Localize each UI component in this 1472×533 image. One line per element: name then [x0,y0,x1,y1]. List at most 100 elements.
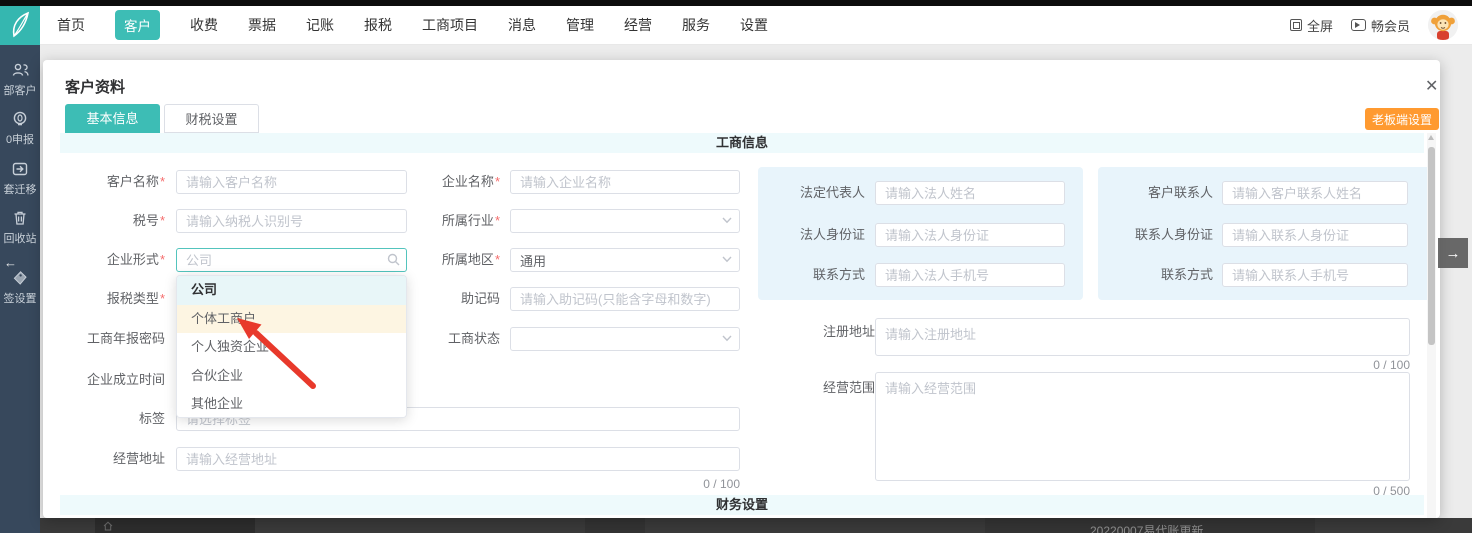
nav-item-business-projects[interactable]: 工商项目 [422,15,478,35]
sidebar-item-tag-settings[interactable]: 签设置 [4,270,37,306]
app-logo[interactable] [0,6,40,45]
legal-id-field[interactable] [875,223,1065,247]
home-icon [103,521,113,531]
boss-settings-button[interactable]: 老板端设置 [1365,108,1439,130]
sidebar-item-label: 0申报 [6,131,34,147]
field-label: 企业名称* [400,170,500,194]
field-label: 报税类型* [45,287,165,311]
field-label: 企业成立时间 [45,368,165,392]
trash-icon [12,210,28,226]
legal-id-input[interactable] [875,223,1065,247]
nav-item-home[interactable]: 首页 [57,15,85,35]
field-label: 客户名称* [45,170,165,194]
field-label: 所属地区* [400,248,500,272]
scrollbar-thumb[interactable] [1428,147,1435,345]
contact-phone-field[interactable] [1222,263,1408,287]
sidebar-item-label: 签设置 [4,290,37,306]
dropdown-option-partnership[interactable]: 合伙企业 [177,362,406,391]
nav-item-management[interactable]: 管理 [566,15,594,35]
customer-info-modal: 客户资料 ✕ 基本信息 财税设置 老板端设置 工商信息 客户名称* 税号* 企业… [43,60,1440,518]
nav-item-customers[interactable]: 客户 [115,10,160,40]
industry-select[interactable] [510,209,740,233]
topbar-right: 全屏 畅会员 [1290,10,1472,40]
region-input[interactable] [510,248,740,272]
dropdown-option-sole-proprietorship[interactable]: 个人独资企业 [177,333,406,362]
sidebar-item-zero-declaration[interactable]: 0申报 [6,111,34,147]
nav-item-services[interactable]: 服务 [682,15,710,35]
sidebar-item-all-customers[interactable]: 部客户 [4,62,37,98]
field-label: 注册地址 [750,320,875,344]
region-select[interactable] [510,248,740,272]
field-label: 客户联系人 [1098,181,1213,205]
nav-item-tax-filing[interactable]: 报税 [364,15,392,35]
topbar: 首页 客户 收费 票据 记账 报税 工商项目 消息 管理 经营 服务 设置 全屏… [0,6,1472,45]
customer-name-field[interactable] [176,170,407,194]
field-label: 联系方式 [758,263,865,287]
legal-rep-panel: 法定代表人 法人身份证 联系方式 [758,167,1083,300]
company-form-input[interactable] [176,248,407,272]
business-address-field[interactable] [176,447,740,471]
users-icon [12,62,29,78]
contact-name-field[interactable] [1222,181,1408,205]
company-name-input[interactable] [510,170,740,194]
field-label: 工商状态 [400,327,500,351]
scroll-up-icon[interactable] [1428,135,1434,140]
expand-panel-button[interactable]: → [1438,238,1468,268]
sidebar-item-ledger-migration[interactable]: 套迁移 [4,161,37,197]
dropdown-option-individual-business[interactable]: 个体工商户 [177,305,406,334]
sidebar: 部客户 0申报 套迁移 回收站 ← [0,45,40,533]
member-button[interactable]: 畅会员 [1351,16,1410,35]
tax-no-field[interactable] [176,209,407,233]
mnemonic-input[interactable] [510,287,740,311]
tab-basic-info[interactable]: 基本信息 [65,104,160,133]
nav-item-messages[interactable]: 消息 [508,15,536,35]
contact-name-input[interactable] [1222,181,1408,205]
fullscreen-button[interactable]: 全屏 [1290,16,1333,35]
nav-item-operations[interactable]: 经营 [624,15,652,35]
dimmed-page-bottom: 20220007易代账更新 [40,518,1472,533]
contact-id-input[interactable] [1222,223,1408,247]
member-label: 畅会员 [1371,16,1410,35]
field-label: 企业形式* [45,248,165,272]
field-label: 联系方式 [1098,263,1213,287]
field-label: 工商年报密码 [45,327,165,351]
legal-rep-field[interactable] [875,181,1065,205]
company-form-dropdown: 公司 个体工商户 个人独资企业 合伙企业 其他企业 [176,275,407,418]
business-address-input[interactable] [176,447,740,471]
collapse-arrow-icon[interactable]: ← [4,257,17,269]
legal-phone-field[interactable] [875,263,1065,287]
business-scope-textarea[interactable] [875,372,1410,481]
dimmed-breadcrumb-box [95,518,255,533]
close-icon[interactable]: ✕ [1421,72,1440,100]
mnemonic-field[interactable] [510,287,740,311]
tab-finance-tax-settings[interactable]: 财税设置 [164,104,259,133]
dimmed-content-block [585,518,645,533]
nav-item-invoices[interactable]: 票据 [248,15,276,35]
tag-icon [12,270,28,286]
legal-phone-input[interactable] [875,263,1065,287]
contact-phone-input[interactable] [1222,263,1408,287]
business-status-select[interactable] [510,327,740,351]
sidebar-item-label: 套迁移 [4,181,37,197]
dropdown-option-company[interactable]: 公司 [177,276,406,305]
nav-item-fees[interactable]: 收费 [190,15,218,35]
tax-no-input[interactable] [176,209,407,233]
contact-id-field[interactable] [1222,223,1408,247]
field-label: 所属行业* [400,209,500,233]
industry-input[interactable] [510,209,740,233]
modal-scrollbar[interactable] [1427,133,1436,518]
reg-address-textarea[interactable] [875,318,1410,356]
company-form-combobox[interactable] [176,248,407,272]
user-avatar[interactable] [1428,10,1458,40]
legal-rep-input[interactable] [875,181,1065,205]
sidebar-item-recycle-bin[interactable]: 回收站 [4,210,37,246]
fullscreen-label: 全屏 [1307,16,1333,35]
company-name-field[interactable] [510,170,740,194]
nav-item-settings[interactable]: 设置 [740,15,768,35]
business-status-input[interactable] [510,327,740,351]
nav-item-bookkeeping[interactable]: 记账 [306,15,334,35]
char-counter: 0 / 100 [875,358,1410,372]
customer-contact-panel: 客户联系人 联系人身份证 联系方式 [1098,167,1432,300]
dropdown-option-other[interactable]: 其他企业 [177,390,406,418]
customer-name-input[interactable] [176,170,407,194]
